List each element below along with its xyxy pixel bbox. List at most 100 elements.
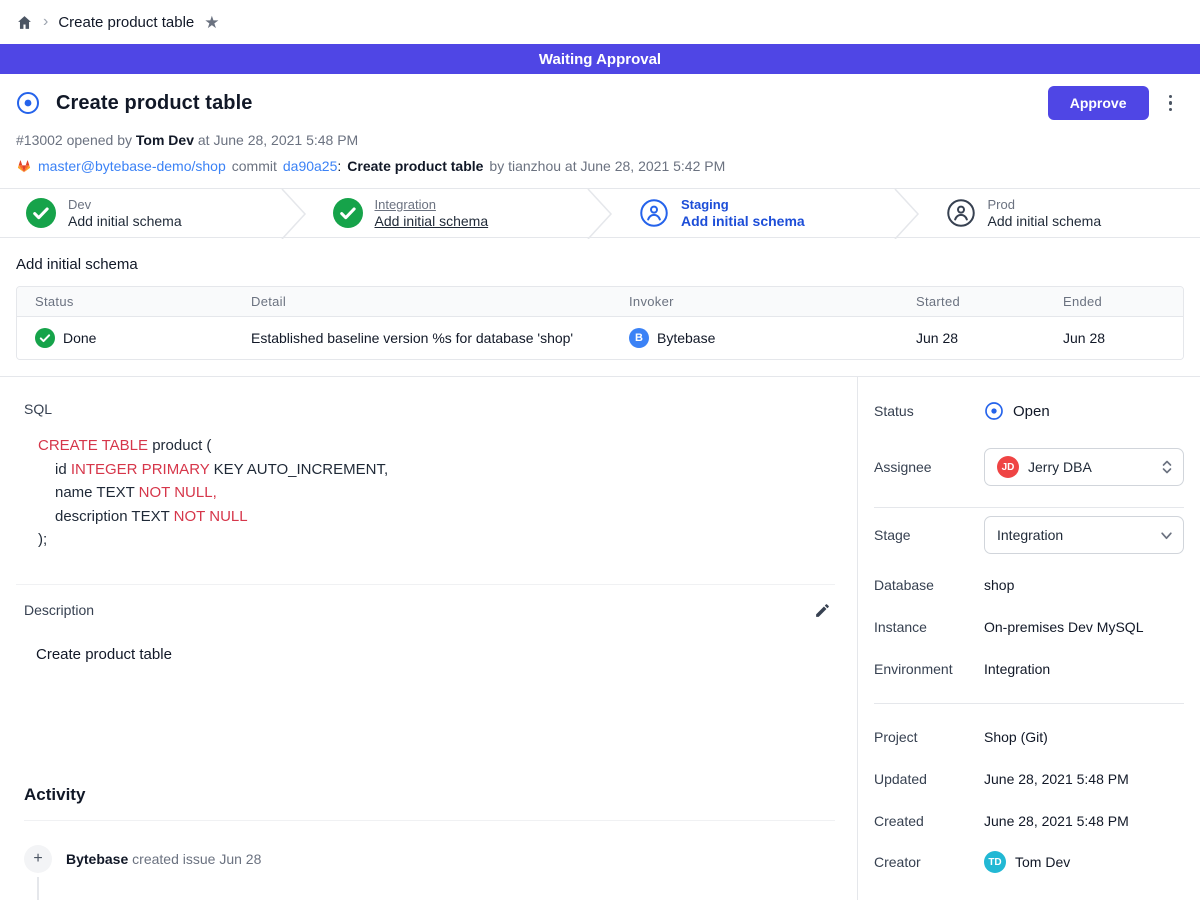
sql-line: id INTEGER PRIMARY KEY AUTO_INCREMENT, <box>38 458 843 482</box>
check-circle-icon <box>26 198 56 228</box>
status-value: Open <box>984 401 1050 421</box>
stage-chevron-separator <box>587 189 613 239</box>
open-issue-icon <box>16 91 40 115</box>
activity-text: Bytebase created issue Jun 28 <box>66 851 261 867</box>
gitlab-icon <box>16 158 32 174</box>
stage-prod[interactable]: Prod Add initial schema <box>920 189 1200 237</box>
table-row: Done Established baseline version %s for… <box>17 317 1183 359</box>
star-icon[interactable]: ★ <box>204 14 219 31</box>
stage-env-label: Integration <box>375 197 489 212</box>
updown-chevron-icon <box>1161 459 1173 475</box>
description-label: Description <box>24 602 94 618</box>
task-invoker-name: Bytebase <box>657 330 715 346</box>
activity-item: + Bytebase created issue Jun 28 <box>24 845 843 873</box>
commit-colon: : <box>337 158 341 174</box>
task-section-title: Add initial schema <box>16 256 1184 273</box>
stage-integration[interactable]: Integration Add initial schema <box>307 189 588 237</box>
issue-opened-at: at June 28, 2021 5:48 PM <box>198 132 358 148</box>
project-value: Shop (Git) <box>984 729 1048 745</box>
issue-id-text: #13002 opened by <box>16 132 132 148</box>
stage-staging[interactable]: Staging Add initial schema <box>613 189 894 237</box>
environment-row: Environment Integration <box>874 661 1184 677</box>
task-ended-cell: Jun 28 <box>1045 330 1183 346</box>
task-started-cell: Jun 28 <box>898 330 1045 346</box>
column-header-status: Status <box>17 294 233 309</box>
environment-label: Environment <box>874 661 984 677</box>
stage-row: Stage Integration <box>874 516 1184 554</box>
database-row: Database shop <box>874 577 1184 593</box>
created-value: June 28, 2021 5:48 PM <box>984 813 1129 829</box>
project-row: Project Shop (Git) <box>874 729 1184 745</box>
instance-value: On-premises Dev MySQL <box>984 619 1143 635</box>
divider <box>24 820 835 821</box>
approve-button[interactable]: Approve <box>1048 86 1149 120</box>
sql-line: CREATE TABLE product ( <box>38 434 843 458</box>
created-label: Created <box>874 813 984 829</box>
plus-icon: + <box>24 845 52 873</box>
avatar: TD <box>984 851 1006 873</box>
check-circle-icon <box>35 328 55 348</box>
database-value: shop <box>984 577 1014 593</box>
issue-author: Tom Dev <box>136 132 194 148</box>
chevron-down-icon <box>1160 529 1173 542</box>
check-circle-icon <box>333 198 363 228</box>
issue-header: Create product table Approve #13002 open… <box>0 74 1200 188</box>
task-status-text: Done <box>63 330 96 346</box>
stage-env-label: Dev <box>68 197 182 212</box>
column-header-invoker: Invoker <box>611 294 898 309</box>
avatar: B <box>629 328 649 348</box>
task-section: Add initial schema Status Detail Invoker… <box>0 238 1200 376</box>
home-icon[interactable] <box>16 14 33 31</box>
avatar: JD <box>997 456 1019 478</box>
updated-value: June 28, 2021 5:48 PM <box>984 771 1129 787</box>
stage-label: Stage <box>874 527 984 543</box>
header-actions: Approve <box>1048 86 1176 120</box>
sql-label: SQL <box>24 401 843 417</box>
column-header-detail: Detail <box>233 294 611 309</box>
creator-value: TD Tom Dev <box>984 851 1070 873</box>
edit-pencil-icon[interactable] <box>814 602 831 619</box>
column-header-ended: Ended <box>1045 294 1183 309</box>
commit-word: commit <box>232 158 277 174</box>
issue-sidebar: Status Open Assignee JD Jerry DBA Stage <box>858 377 1200 900</box>
divider <box>16 584 835 585</box>
commit-hash-link[interactable]: da90a25 <box>283 158 338 174</box>
stage-env-label: Prod <box>988 197 1102 212</box>
main-area: SQL CREATE TABLE product ( id INTEGER PR… <box>0 377 1200 900</box>
project-label: Project <box>874 729 984 745</box>
assignee-select[interactable]: JD Jerry DBA <box>984 448 1184 486</box>
assignee-row: Assignee JD Jerry DBA <box>874 448 1184 486</box>
branch-link[interactable]: master@bytebase-demo/shop <box>38 158 226 174</box>
kebab-menu-icon[interactable] <box>1165 91 1177 116</box>
stage-value: Integration <box>997 527 1063 543</box>
stage-task-label: Add initial schema <box>68 213 182 229</box>
breadcrumb-separator-icon: › <box>43 14 48 30</box>
stage-dev[interactable]: Dev Add initial schema <box>0 189 281 237</box>
status-banner: Waiting Approval <box>0 44 1200 74</box>
stage-chevron-separator <box>281 189 307 239</box>
issue-meta: #13002 opened by Tom Dev at June 28, 202… <box>16 132 1176 148</box>
timeline-connector <box>37 877 39 900</box>
activity-title: Activity <box>24 785 843 805</box>
instance-row: Instance On-premises Dev MySQL <box>874 619 1184 635</box>
status-banner-text: Waiting Approval <box>539 51 661 68</box>
page-title: Create product table <box>56 92 252 115</box>
stage-select[interactable]: Integration <box>984 516 1184 554</box>
title-row: Create product table Approve <box>16 86 1176 120</box>
sql-code-block: CREATE TABLE product ( id INTEGER PRIMAR… <box>38 434 843 552</box>
person-circle-icon <box>639 198 669 228</box>
column-header-started: Started <box>898 294 1045 309</box>
status-row: Status Open <box>874 401 1184 421</box>
breadcrumb: › Create product table ★ <box>0 0 1200 44</box>
person-circle-icon <box>946 198 976 228</box>
sql-line: description TEXT NOT NULL <box>38 505 843 529</box>
updated-row: Updated June 28, 2021 5:48 PM <box>874 771 1184 787</box>
commit-line: master@bytebase-demo/shop commit da90a25… <box>16 158 1176 188</box>
app-window: › Create product table ★ Waiting Approva… <box>0 0 1200 900</box>
stage-task-label: Add initial schema <box>681 213 805 229</box>
sidebar-divider <box>874 703 1184 704</box>
sql-line: ); <box>38 528 843 552</box>
instance-label: Instance <box>874 619 984 635</box>
task-table-header: Status Detail Invoker Started Ended <box>17 287 1183 317</box>
description-header: Description <box>24 602 843 619</box>
